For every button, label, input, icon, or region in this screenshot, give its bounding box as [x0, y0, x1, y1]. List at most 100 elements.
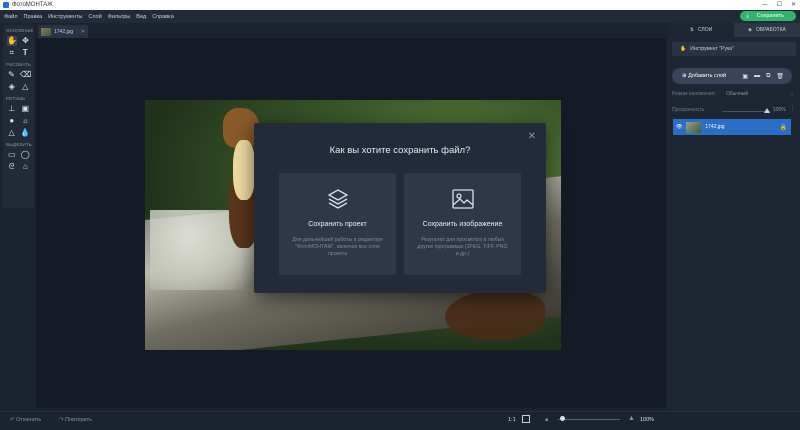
title-bar: ФотоМОНТАЖ — ☐ ✕	[0, 0, 800, 10]
menu-filters[interactable]: Фильтры	[108, 14, 130, 20]
magnetic-lasso-icon[interactable]: ⌂	[21, 162, 31, 172]
tab-processing[interactable]: ◈ ОБРАБОТКА	[734, 23, 800, 37]
menu-layer[interactable]: Слой	[88, 14, 101, 20]
hand-icon: ✋	[680, 46, 687, 52]
save-project-desc: Для дальнейшей работы в редакторе "ФотоМ…	[292, 237, 383, 257]
save-image-desc: Результат для просмотра в любых других п…	[417, 237, 508, 257]
save-button[interactable]: ⤓ Сохранить	[740, 11, 796, 21]
window-title: ФотоМОНТАЖ	[12, 2, 53, 8]
save-image-option[interactable]: Сохранить изображение Результат для прос…	[404, 173, 521, 275]
opacity-menu-icon[interactable]: ⋮	[790, 106, 795, 112]
duplicate-icon[interactable]: ⧉	[766, 73, 770, 80]
chevron-down-icon: ⌄	[790, 91, 795, 97]
save-image-title: Сохранить изображение	[422, 221, 503, 228]
crop-tool-icon[interactable]: ⌗	[7, 48, 17, 58]
brush-tool-icon[interactable]: ✎	[7, 70, 16, 80]
opacity-slider[interactable]	[722, 111, 770, 112]
tool-section-retouch: РЕТУШЬ	[6, 96, 26, 101]
instrument-label: Инструмент "Рука"	[690, 46, 734, 52]
layers-icon	[326, 187, 350, 211]
tab-thumbnail	[41, 27, 51, 36]
zoom-value: 100%	[640, 417, 655, 423]
eraser-tool-icon[interactable]: ⌫	[20, 70, 31, 80]
menu-bar: Файл Правка Инструменты Слой Фильтры Вид…	[0, 10, 800, 23]
menu-help[interactable]: Справка	[152, 14, 174, 20]
download-icon: ⤓	[746, 12, 749, 19]
app-logo-icon	[3, 2, 9, 8]
dodge-tool-icon[interactable]: ●	[7, 116, 17, 126]
save-button-label: Сохранить	[756, 13, 784, 19]
tab-layers-label: СЛОИ	[697, 27, 713, 33]
burn-tool-icon[interactable]: ☼	[21, 116, 31, 126]
tool-panel: ОСНОВНЫЕ ✋ ✥ ⌗ T РИСОВАТЬ ✎ ⌫ ◈ △ РЕТУШЬ…	[3, 25, 34, 208]
opacity-label: Прозрачность	[672, 107, 705, 113]
new-layer-icon[interactable]: ▣	[742, 73, 748, 80]
zoom-slider-handle[interactable]	[560, 416, 565, 421]
opacity-row: Прозрачность 100% ⋮	[672, 106, 796, 113]
photo-tail	[445, 290, 545, 340]
text-tool-icon[interactable]: T	[21, 48, 31, 58]
status-bar: ↶ Отменить ↷ Повторить 1:1 ▴ ▲ 100%	[0, 411, 800, 430]
dialog-title: Как вы хотите сохранить файл?	[329, 145, 471, 156]
layer-toolbar: ⊕ Добавить слой ▣ ▬ ⧉ 🗑	[672, 68, 792, 84]
gradient-tool-icon[interactable]: △	[21, 82, 31, 92]
undo-button[interactable]: ↶ Отменить	[10, 417, 41, 423]
delete-icon[interactable]: 🗑	[776, 73, 784, 80]
close-tab-icon[interactable]: ✕	[81, 29, 85, 35]
blend-mode-row[interactable]: Режим наложения: Обычный ⌄	[672, 91, 796, 97]
layer-item[interactable]: 👁 1742.jpg 🔒	[673, 119, 791, 135]
layer-thumbnail	[686, 121, 702, 133]
menu-view[interactable]: Вид	[136, 14, 146, 20]
close-window-button[interactable]: ✕	[791, 0, 796, 10]
tool-section-select: ВЫДЕЛИТЬ	[6, 142, 32, 147]
blend-mode-label: Режим наложения:	[672, 91, 716, 97]
image-icon	[451, 187, 475, 211]
eye-icon[interactable]: 👁	[676, 124, 682, 130]
ellipse-select-icon[interactable]: ◯	[21, 150, 31, 160]
blur-tool-icon[interactable]: 💧	[20, 128, 30, 138]
zoom-in-icon[interactable]: ▲	[628, 415, 635, 422]
zoom-slider[interactable]	[558, 419, 620, 420]
patch-tool-icon[interactable]: ▣	[21, 104, 31, 114]
stamp-tool-icon[interactable]: ⊥	[7, 104, 17, 114]
menu-tools[interactable]: Инструменты	[48, 14, 82, 20]
add-layer-label: Добавить слой	[688, 73, 727, 79]
move-tool-icon[interactable]: ✥	[21, 36, 30, 46]
tab-1742[interactable]: 1742.jpg ✕	[38, 25, 88, 38]
maximize-button[interactable]: ☐	[777, 0, 782, 10]
rect-select-icon[interactable]: ▭	[7, 150, 17, 160]
tab-label: 1742.jpg	[54, 28, 74, 35]
save-dialog: Как вы хотите сохранить файл? ✕ Сохранит…	[254, 123, 546, 293]
hand-tool-icon[interactable]: ✋	[7, 36, 17, 46]
lasso-select-icon[interactable]: ᘓ	[7, 162, 17, 172]
instrument-indicator: ✋ Инструмент "Рука"	[672, 42, 796, 56]
zoom-out-icon[interactable]: ▴	[545, 415, 549, 423]
opacity-handle[interactable]	[764, 108, 770, 113]
tool-section-draw: РИСОВАТЬ	[6, 62, 31, 67]
redo-button[interactable]: ↷ Повторить	[59, 417, 92, 423]
close-icon[interactable]: ✕	[528, 131, 536, 142]
actual-size-button[interactable]: 1:1	[508, 417, 516, 423]
menu-edit[interactable]: Правка	[24, 14, 43, 20]
save-project-option[interactable]: Сохранить проект Для дальнейшей работы в…	[279, 173, 396, 275]
layer-name: 1742.jpg	[705, 124, 725, 130]
fit-to-screen-icon[interactable]	[522, 415, 530, 423]
sharpen-tool-icon[interactable]: △	[7, 128, 16, 138]
app-window: ФотоМОНТАЖ — ☐ ✕ Файл Правка Инструменты…	[0, 0, 800, 430]
tab-processing-label: ОБРАБОТКА	[755, 27, 786, 33]
fill-tool-icon[interactable]: ◈	[7, 82, 17, 92]
add-layer-button[interactable]: ⊕ Добавить слой	[682, 73, 726, 79]
undo-label: Отменить	[16, 417, 42, 423]
workspace-canvas[interactable]: Как вы хотите сохранить файл? ✕ Сохранит…	[36, 38, 666, 408]
menu-file[interactable]: Файл	[4, 14, 18, 20]
adjust-icon: ⇅	[689, 27, 694, 33]
blend-mode-value[interactable]: Обычный	[726, 91, 748, 97]
tool-section-main: ОСНОВНЫЕ	[6, 28, 34, 33]
folder-icon[interactable]: ▬	[754, 73, 760, 80]
tab-layers[interactable]: ⇅ СЛОИ	[668, 23, 734, 37]
save-project-title: Сохранить проект	[308, 221, 367, 228]
minimize-button[interactable]: —	[762, 0, 768, 10]
lock-icon[interactable]: 🔒	[780, 124, 787, 131]
redo-label: Повторить	[65, 417, 92, 423]
right-panel: ⇅ СЛОИ ◈ ОБРАБОТКА ✋ Инструмент "Рука" ⊕…	[668, 23, 800, 411]
